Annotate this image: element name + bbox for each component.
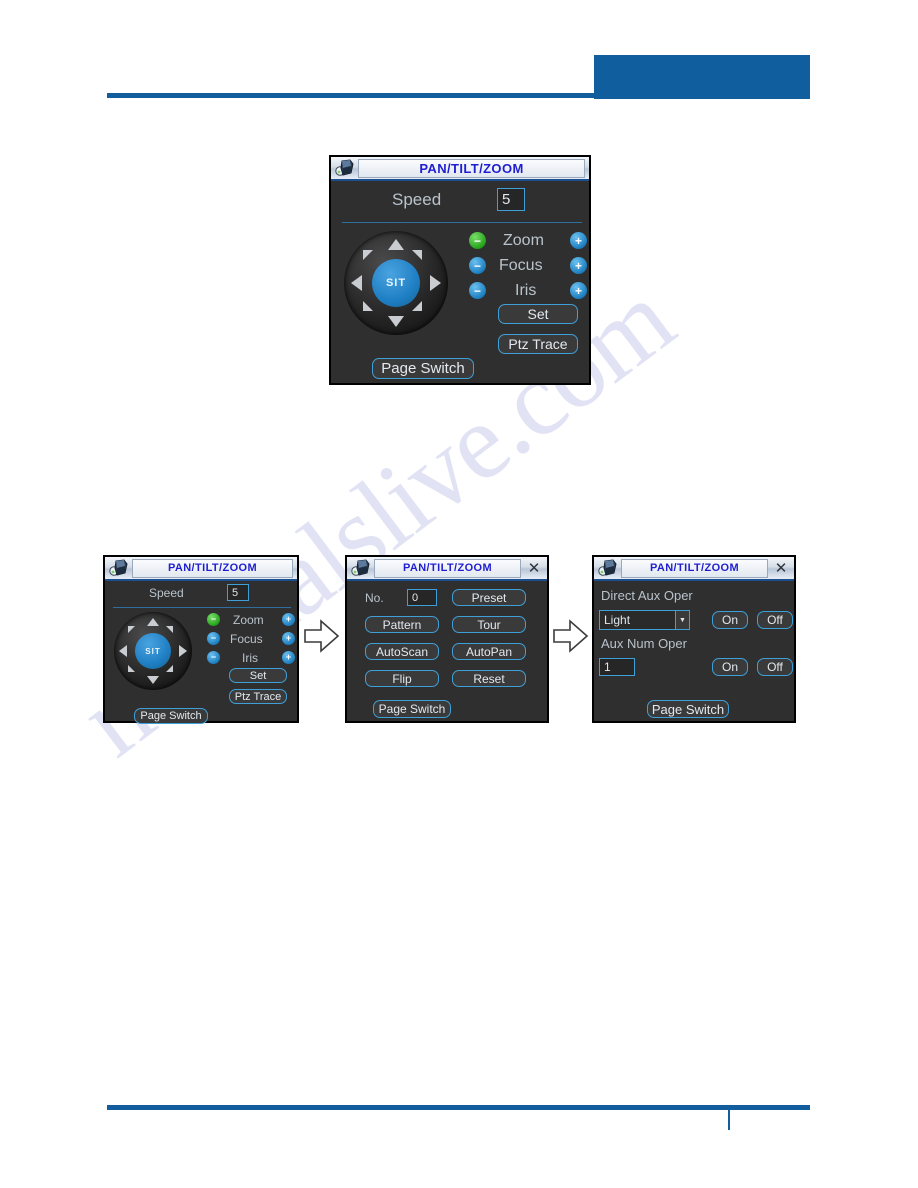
ptz-joystick[interactable]: SIT [114, 612, 192, 690]
joystick-left-arrow[interactable] [351, 275, 362, 291]
tour-button[interactable]: Tour [452, 616, 526, 633]
page-switch-button[interactable]: Page Switch [373, 700, 451, 718]
zoom-plus-button[interactable]: + [282, 613, 295, 626]
divider [342, 222, 582, 223]
dialog-title: PAN/TILT/ZOOM [621, 558, 768, 578]
joystick-up-left-arrow[interactable] [363, 250, 373, 260]
joystick-left-arrow[interactable] [119, 645, 127, 657]
direct-aux-oper-label: Direct Aux Oper [601, 588, 693, 603]
speed-label: Speed [149, 586, 184, 600]
joystick-down-right-arrow[interactable] [166, 665, 173, 672]
camera-icon [351, 559, 370, 576]
focus-minus-button[interactable]: − [469, 257, 486, 274]
ptz-dialog-step3[interactable]: PAN/TILT/ZOOM ✕ Direct Aux Oper Light ▼ … [592, 555, 796, 723]
joystick-down-left-arrow[interactable] [128, 665, 135, 672]
set-button[interactable]: Set [229, 668, 287, 683]
joystick-right-arrow[interactable] [179, 645, 187, 657]
speed-input[interactable]: 5 [227, 584, 249, 601]
pattern-button[interactable]: Pattern [365, 616, 439, 633]
aux-num-input[interactable]: 1 [599, 658, 635, 676]
joystick-center-button[interactable]: SIT [372, 259, 420, 307]
autopan-button[interactable]: AutoPan [452, 643, 526, 660]
direct-aux-select-value: Light [604, 613, 631, 627]
iris-label: Iris [515, 282, 537, 299]
zoom-minus-button[interactable]: − [207, 613, 220, 626]
joystick-up-arrow[interactable] [388, 239, 404, 250]
direct-aux-select[interactable]: Light ▼ [599, 610, 690, 630]
focus-minus-button[interactable]: − [207, 632, 220, 645]
flip-button[interactable]: Flip [365, 670, 439, 687]
dialog-body: Speed 5 SIT − Zoom + − Focus + − Iris + … [105, 581, 297, 724]
page-switch-button[interactable]: Page Switch [372, 358, 474, 379]
iris-plus-button[interactable]: + [282, 651, 295, 664]
dialog-body: Speed 5 SIT − Zoom + − Focus + − Iris + … [331, 181, 589, 383]
focus-plus-button[interactable]: + [570, 257, 587, 274]
titlebar: PAN/TILT/ZOOM [331, 157, 589, 181]
divider [113, 607, 291, 608]
focus-label: Focus [230, 632, 263, 646]
header-accent-block [594, 55, 810, 99]
ptz-dialog-step1[interactable]: PAN/TILT/ZOOM Speed 5 SIT − Zoom + − Foc… [103, 555, 299, 724]
camera-icon [109, 559, 128, 576]
autoscan-button[interactable]: AutoScan [365, 643, 439, 660]
ptz-joystick[interactable]: SIT [344, 231, 448, 335]
ptz-trace-button[interactable]: Ptz Trace [229, 689, 287, 704]
speed-input[interactable]: 5 [497, 188, 525, 211]
iris-minus-button[interactable]: − [469, 282, 486, 299]
footer-rule [107, 1105, 810, 1110]
speed-label: Speed [392, 190, 442, 209]
close-icon[interactable]: ✕ [525, 561, 543, 576]
page-switch-button[interactable]: Page Switch [647, 700, 729, 718]
camera-icon [598, 559, 617, 576]
titlebar: PAN/TILT/ZOOM ✕ [594, 557, 794, 581]
ptz-trace-button[interactable]: Ptz Trace [498, 334, 578, 354]
no-label: No. [365, 591, 384, 605]
joystick-up-right-arrow[interactable] [166, 626, 173, 633]
joystick-down-arrow[interactable] [388, 316, 404, 327]
chevron-down-icon[interactable]: ▼ [675, 611, 689, 629]
zoom-label: Zoom [503, 232, 544, 249]
close-icon[interactable]: ✕ [772, 561, 790, 576]
joystick-right-arrow[interactable] [430, 275, 441, 291]
aux-num-off-button[interactable]: Off [757, 658, 793, 676]
dialog-body: No. 0 Preset Pattern Tour AutoScan AutoP… [347, 581, 547, 721]
joystick-up-left-arrow[interactable] [128, 626, 135, 633]
titlebar: PAN/TILT/ZOOM ✕ [347, 557, 547, 581]
joystick-down-arrow[interactable] [147, 676, 159, 684]
aux-num-oper-label: Aux Num Oper [601, 636, 687, 651]
aux-num-on-button[interactable]: On [712, 658, 748, 676]
page-switch-button[interactable]: Page Switch [134, 708, 208, 724]
joystick-center-button[interactable]: SIT [135, 633, 171, 669]
joystick-up-arrow[interactable] [147, 618, 159, 626]
direct-aux-off-button[interactable]: Off [757, 611, 793, 629]
flow-arrow-1 [304, 619, 340, 653]
joystick-up-right-arrow[interactable] [412, 250, 422, 260]
preset-button[interactable]: Preset [452, 589, 526, 606]
reset-button[interactable]: Reset [452, 670, 526, 687]
flow-arrow-2 [553, 619, 589, 653]
iris-label: Iris [242, 651, 258, 665]
dialog-title: PAN/TILT/ZOOM [132, 558, 293, 578]
footer-tick [728, 1108, 730, 1130]
zoom-plus-button[interactable]: + [570, 232, 587, 249]
dialog-title: PAN/TILT/ZOOM [358, 158, 585, 178]
titlebar: PAN/TILT/ZOOM [105, 557, 297, 581]
direct-aux-on-button[interactable]: On [712, 611, 748, 629]
camera-icon [335, 159, 354, 176]
iris-minus-button[interactable]: − [207, 651, 220, 664]
no-input[interactable]: 0 [407, 589, 437, 606]
zoom-label: Zoom [233, 613, 264, 627]
dialog-body: Direct Aux Oper Light ▼ On Off Aux Num O… [594, 581, 794, 721]
iris-plus-button[interactable]: + [570, 282, 587, 299]
joystick-down-right-arrow[interactable] [412, 301, 422, 311]
joystick-down-left-arrow[interactable] [363, 301, 373, 311]
ptz-dialog-main[interactable]: PAN/TILT/ZOOM Speed 5 SIT − Zoom + − Foc… [329, 155, 591, 385]
focus-label: Focus [499, 257, 543, 274]
set-button[interactable]: Set [498, 304, 578, 324]
ptz-dialog-step2[interactable]: PAN/TILT/ZOOM ✕ No. 0 Preset Pattern Tou… [345, 555, 549, 723]
dialog-title: PAN/TILT/ZOOM [374, 558, 521, 578]
zoom-minus-button[interactable]: − [469, 232, 486, 249]
focus-plus-button[interactable]: + [282, 632, 295, 645]
